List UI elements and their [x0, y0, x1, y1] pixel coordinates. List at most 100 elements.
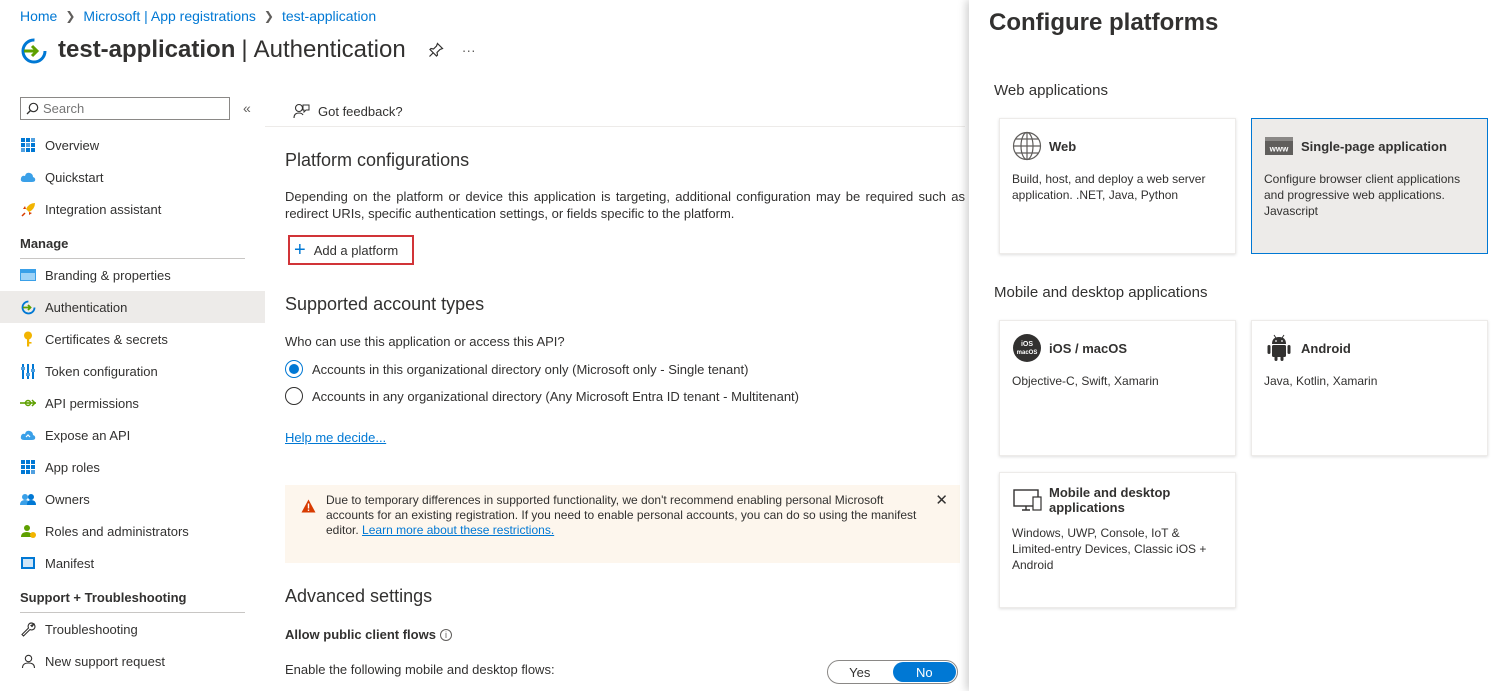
app-name: test-application: [58, 36, 236, 63]
people-icon: [20, 491, 36, 507]
sidebar-item-label: New support request: [45, 653, 165, 669]
platform-card-ios-macos[interactable]: iOS macOS iOS / macOS Objective-C, Swift…: [999, 320, 1236, 456]
page-header: test-application | Authentication ···: [20, 36, 476, 64]
sidebar-item-label: Branding & properties: [45, 267, 171, 283]
card-title: Mobile and desktop applications: [1049, 485, 1171, 515]
sidebar-item-token-configuration[interactable]: Token configuration: [0, 355, 265, 387]
add-platform-label: Add a platform: [313, 242, 399, 258]
manifest-icon: [20, 555, 36, 571]
breadcrumb-test-application[interactable]: test-application: [282, 8, 376, 24]
sidebar-item-label: App roles: [45, 459, 100, 475]
radio-unselected-icon[interactable]: [285, 387, 303, 405]
sidebar-item-label: Quickstart: [45, 169, 104, 185]
supported-account-types-heading: Supported account types: [285, 294, 485, 314]
got-feedback-button[interactable]: Got feedback?: [318, 104, 403, 119]
sidebar-item-label: Integration assistant: [45, 201, 162, 217]
public-flows-text: Allow public client flows: [285, 627, 436, 642]
auth-icon: [20, 299, 36, 315]
card-description: Build, host, and deploy a web server app…: [1012, 172, 1206, 202]
learn-more-restrictions-link[interactable]: Learn more about these restrictions.: [362, 523, 554, 537]
sidebar-item-app-roles[interactable]: App roles: [0, 451, 265, 483]
sidebar-item-new-support-request[interactable]: New support request: [0, 645, 265, 677]
help-me-decide-link[interactable]: Help me decide...: [285, 430, 386, 445]
card-title: Single-page application: [1301, 138, 1447, 154]
breadcrumb-home[interactable]: Home: [20, 8, 57, 24]
sidebar-item-label: Roles and administrators: [45, 523, 189, 539]
sidebar-item-troubleshooting[interactable]: Troubleshooting: [0, 613, 265, 645]
platform-card-spa[interactable]: www Single-page application Configure br…: [1251, 118, 1488, 254]
wrench-icon: [20, 621, 36, 637]
sidebar-item-label: Troubleshooting: [45, 621, 138, 637]
close-icon[interactable]: ✕: [935, 493, 948, 508]
card-title: iOS / macOS: [1049, 340, 1128, 356]
sidebar-item-integration-assistant[interactable]: Integration assistant: [0, 193, 265, 225]
radio-selected-icon[interactable]: [285, 360, 303, 378]
sidebar-item-label: API permissions: [45, 395, 139, 411]
pin-icon[interactable]: [428, 42, 444, 58]
sidebar-item-manifest[interactable]: Manifest: [0, 547, 265, 579]
toggle-yes[interactable]: Yes: [828, 661, 892, 683]
breadcrumb-app-registrations[interactable]: Microsoft | App registrations: [83, 8, 255, 24]
more-options-icon[interactable]: ···: [462, 42, 476, 58]
add-platform-button[interactable]: + Add a platform: [288, 235, 414, 265]
search-icon: [26, 102, 39, 115]
public-client-flows-toggle[interactable]: Yes No: [827, 660, 958, 684]
warning-icon: [301, 499, 316, 513]
sidebar-section-manage: Manage: [0, 225, 265, 259]
allow-public-client-flows-label: Allow public client flows i: [285, 627, 452, 642]
sidebar-section-support: Support + Troubleshooting: [0, 579, 265, 613]
advanced-settings-heading: Advanced settings: [285, 586, 433, 606]
platform-description: Depending on the platform or device this…: [285, 189, 965, 221]
person-admin-icon: [20, 523, 36, 539]
info-icon[interactable]: i: [439, 629, 452, 641]
sidebar-item-quickstart[interactable]: Quickstart: [0, 161, 265, 193]
sidebar-item-label: Token configuration: [45, 363, 158, 379]
cloud-icon: [20, 169, 36, 185]
radio-label: Accounts in any organizational directory…: [312, 388, 799, 404]
chevron-right-icon: ❯: [263, 9, 274, 23]
www-browser-icon: www: [1264, 131, 1294, 161]
page-title: Authentication: [253, 36, 406, 63]
sidebar-item-label: Certificates & secrets: [45, 331, 168, 347]
card-description: Windows, UWP, Console, IoT & Limited-ent…: [1012, 526, 1207, 572]
sidebar-item-label: Expose an API: [45, 427, 131, 443]
card-description: Objective-C, Swift, Xamarin: [1012, 374, 1159, 388]
sidebar-item-label: Overview: [45, 137, 100, 153]
globe-icon: [1012, 131, 1042, 161]
feedback-icon[interactable]: [293, 103, 310, 120]
platform-card-android[interactable]: Android Java, Kotlin, Xamarin: [1251, 320, 1488, 456]
ios-badge-text: iOS: [1021, 341, 1033, 348]
chevron-right-icon: ❯: [65, 9, 76, 23]
arrows-icon: [20, 395, 36, 411]
radio-single-tenant[interactable]: Accounts in this organizational director…: [285, 360, 748, 378]
account-question: Who can use this application or access t…: [285, 334, 565, 349]
sidebar-item-branding[interactable]: Branding & properties: [0, 259, 265, 291]
sidebar-search[interactable]: [20, 97, 230, 120]
enable-flows-label: Enable the following mobile and desktop …: [285, 662, 555, 677]
sliders-icon: [20, 363, 36, 379]
sidebar-item-certificates[interactable]: Certificates & secrets: [0, 323, 265, 355]
toggle-no[interactable]: No: [892, 662, 956, 682]
sidebar-item-label: Authentication: [45, 299, 128, 315]
key-icon: [20, 331, 36, 347]
rocket-icon: [20, 201, 36, 217]
macos-badge-text: macOS: [1017, 350, 1038, 356]
collapse-sidebar-icon[interactable]: «: [243, 100, 251, 116]
card-description: Configure browser client applications an…: [1264, 172, 1461, 218]
grid-icon: [20, 137, 36, 153]
radio-multi-tenant[interactable]: Accounts in any organizational directory…: [285, 387, 799, 405]
sidebar-item-authentication[interactable]: Authentication: [0, 291, 265, 323]
sidebar-item-overview[interactable]: Overview: [0, 129, 265, 161]
platform-card-mobile-desktop[interactable]: Mobile and desktop applications Windows,…: [999, 472, 1236, 608]
platform-card-web[interactable]: Web Build, host, and deploy a web server…: [999, 118, 1236, 254]
sidebar-item-expose-api[interactable]: Expose an API: [0, 419, 265, 451]
desktop-monitor-icon: [1012, 485, 1042, 515]
www-icon: [20, 267, 36, 283]
search-input[interactable]: [43, 101, 223, 116]
sidebar-item-roles-administrators[interactable]: Roles and administrators: [0, 515, 265, 547]
sidebar-item-owners[interactable]: Owners: [0, 483, 265, 515]
android-icon: [1264, 333, 1294, 363]
ios-macos-icon: iOS macOS: [1012, 333, 1042, 363]
card-title: Android: [1301, 340, 1351, 356]
sidebar-item-api-permissions[interactable]: API permissions: [0, 387, 265, 419]
